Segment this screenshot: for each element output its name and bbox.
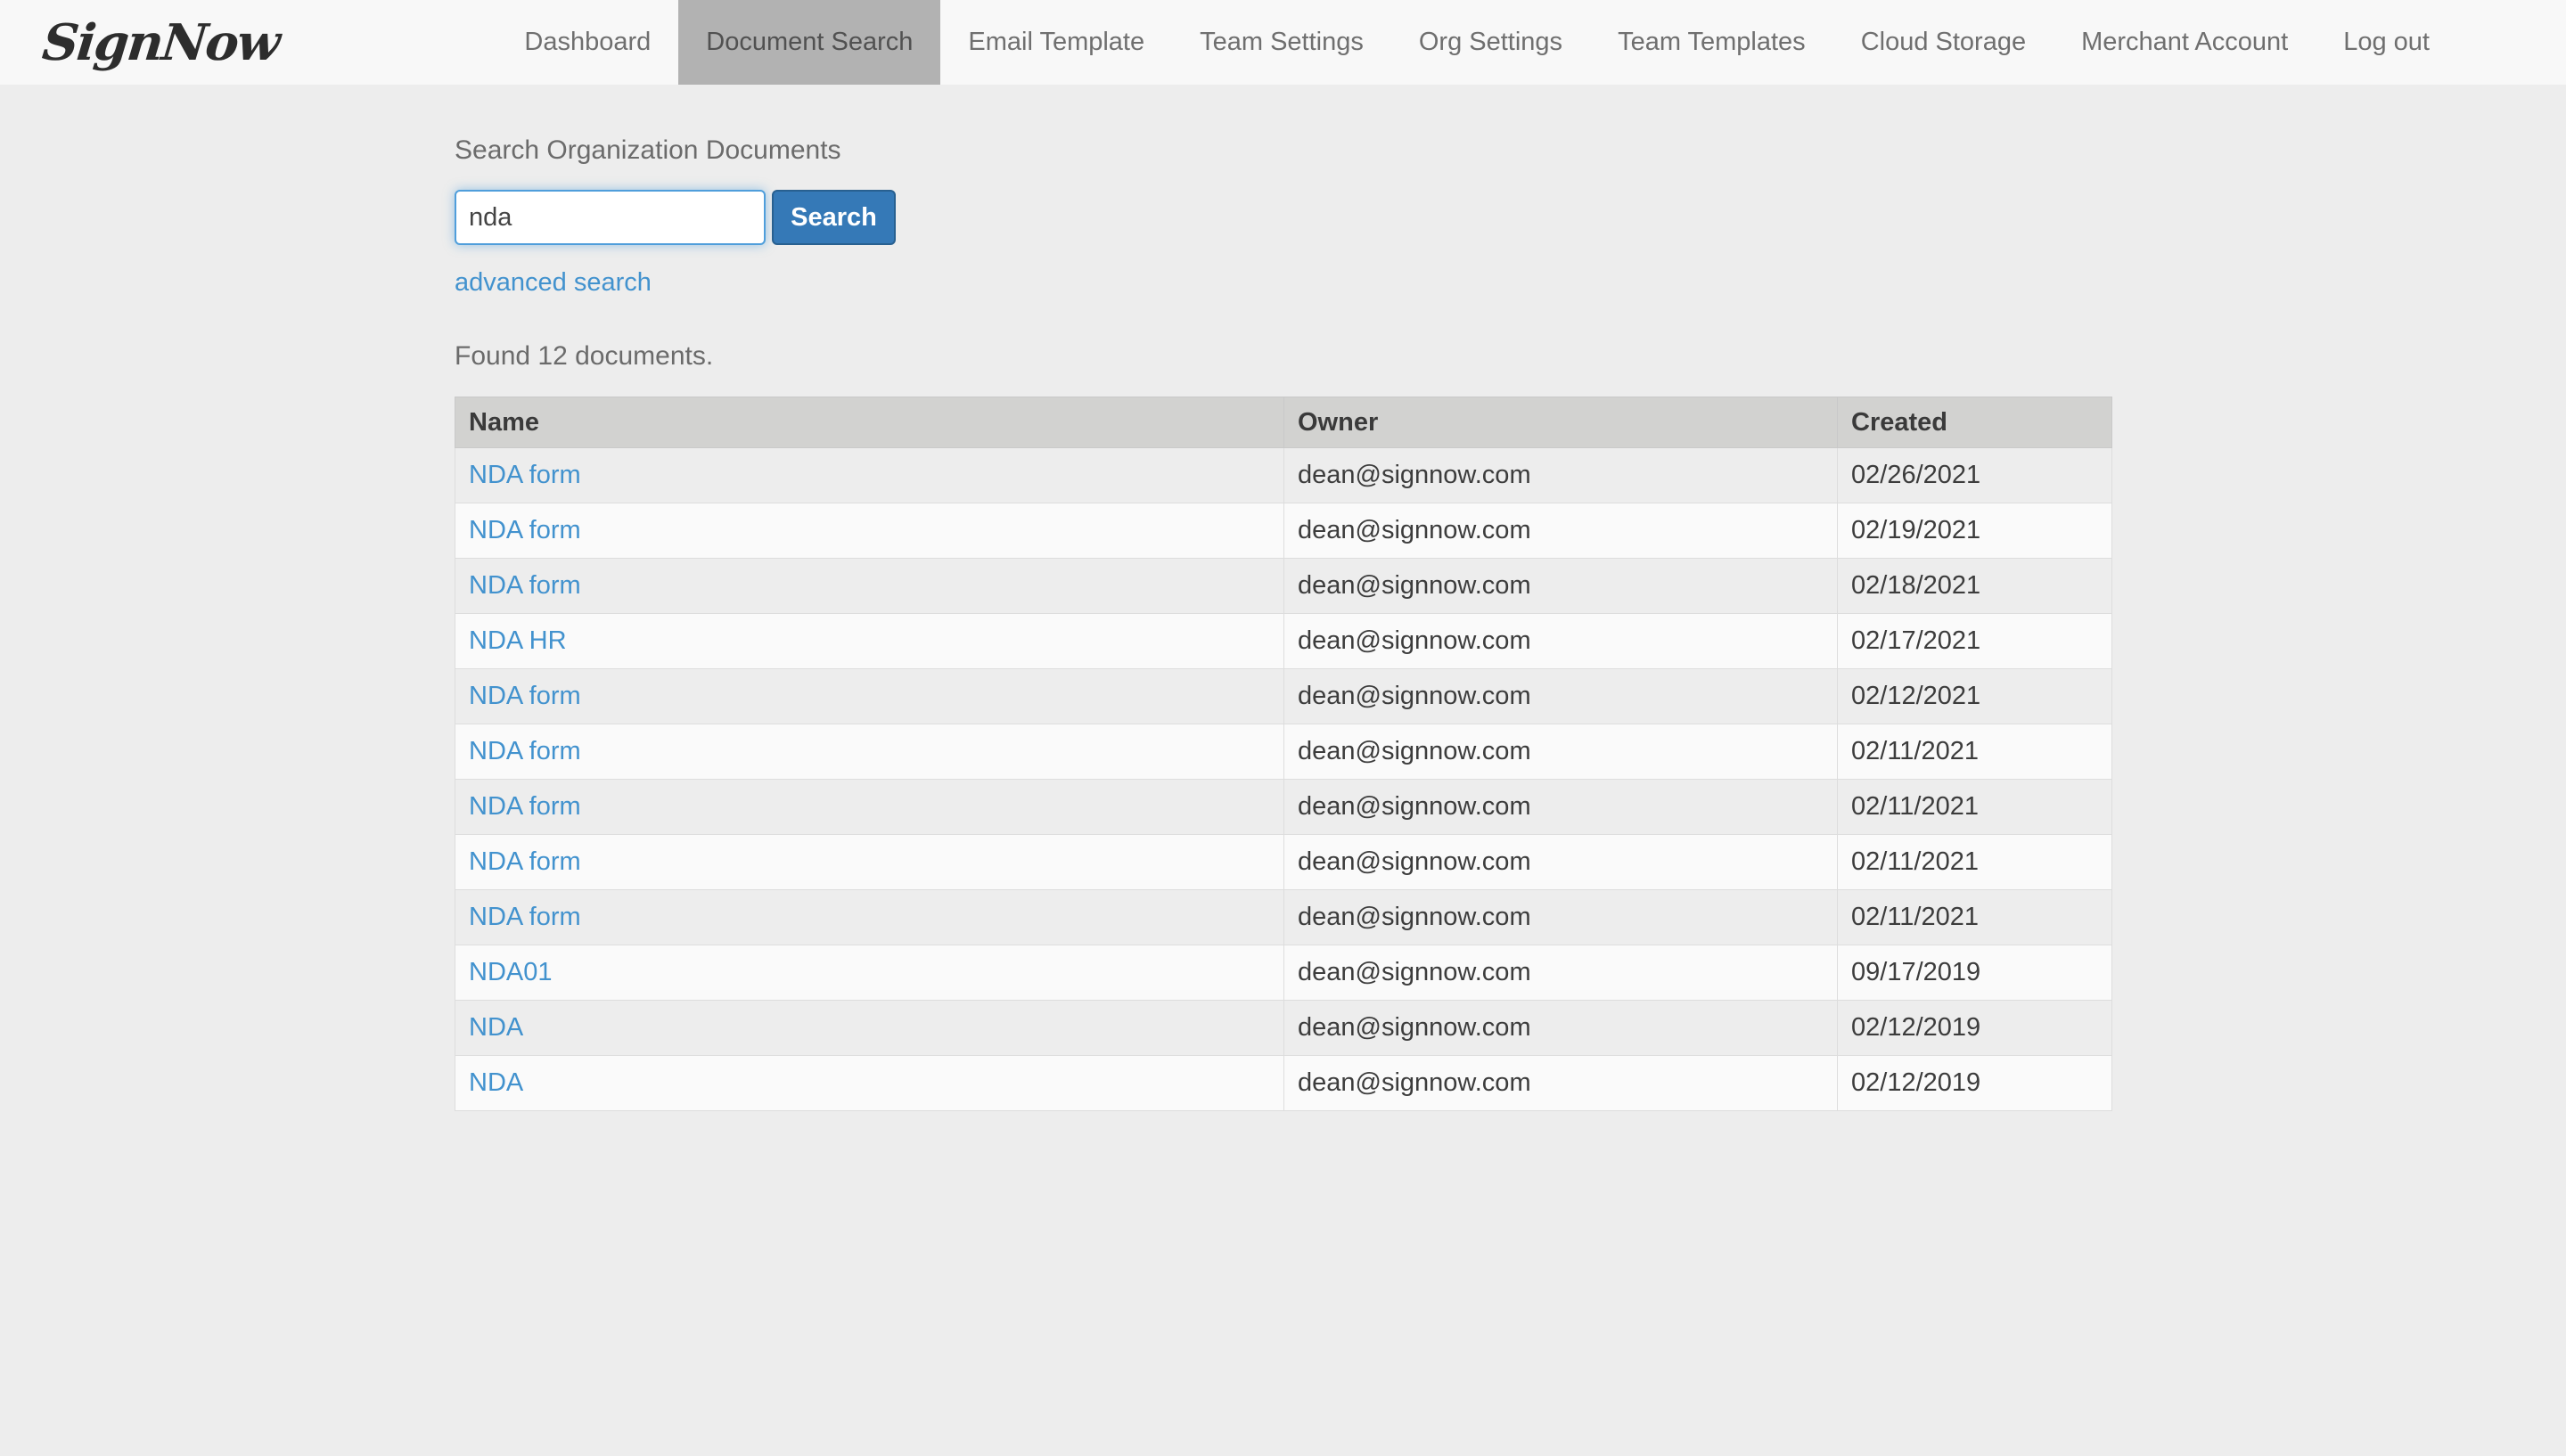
column-header-created: Created	[1837, 397, 2112, 448]
document-link[interactable]: NDA form	[469, 682, 581, 710]
document-link[interactable]: NDA	[469, 1068, 523, 1097]
document-name-cell: NDA01	[455, 945, 1284, 1001]
nav-item[interactable]: Email Template	[940, 0, 1172, 85]
document-owner-cell: dean@signnow.com	[1283, 779, 1838, 835]
document-created-cell: 02/11/2021	[1837, 834, 2112, 890]
document-created-cell: 09/17/2019	[1837, 945, 2112, 1001]
document-name-cell: NDA	[455, 1055, 1284, 1111]
document-link[interactable]: NDA form	[469, 847, 581, 876]
nav-item[interactable]: Merchant Account	[2054, 0, 2316, 85]
document-owner-cell: dean@signnow.com	[1283, 668, 1838, 724]
nav-item-label: Dashboard	[524, 28, 652, 56]
nav-item[interactable]: Dashboard	[496, 0, 678, 85]
documents-table: Name Owner Created NDA form dean@signnow…	[455, 397, 2112, 1111]
document-created-cell: 02/11/2021	[1837, 779, 2112, 835]
nav-item[interactable]: Org Settings	[1391, 0, 1590, 85]
table-row: NDA form dean@signnow.com 02/18/2021	[455, 558, 2112, 614]
column-header-name: Name	[455, 397, 1284, 448]
document-name-cell: NDA form	[455, 668, 1284, 724]
document-name-cell: NDA	[455, 1000, 1284, 1056]
document-created-cell: 02/12/2019	[1837, 1000, 2112, 1056]
document-search-page: Search Organization Documents Search adv…	[0, 85, 2566, 1111]
document-name-cell: NDA form	[455, 889, 1284, 945]
document-name-cell: NDA form	[455, 779, 1284, 835]
table-row: NDA form dean@signnow.com 02/26/2021	[455, 447, 2112, 503]
document-link[interactable]: NDA form	[469, 461, 581, 489]
nav-item-label: Merchant Account	[2081, 28, 2289, 56]
search-row: Search	[455, 190, 2566, 245]
document-owner-cell: dean@signnow.com	[1283, 945, 1838, 1001]
document-created-cell: 02/17/2021	[1837, 613, 2112, 669]
table-row: NDA dean@signnow.com 02/12/2019	[455, 1055, 2112, 1111]
document-name-cell: NDA HR	[455, 613, 1284, 669]
document-created-cell: 02/12/2019	[1837, 1055, 2112, 1111]
nav-item[interactable]: Log out	[2316, 0, 2457, 85]
document-owner-cell: dean@signnow.com	[1283, 503, 1838, 559]
document-owner-cell: dean@signnow.com	[1283, 1055, 1838, 1111]
document-created-cell: 02/11/2021	[1837, 889, 2112, 945]
nav-item-label: Org Settings	[1418, 28, 1563, 56]
nav-item[interactable]: Team Settings	[1172, 0, 1391, 85]
document-link[interactable]: NDA form	[469, 571, 581, 600]
table-row: NDA HR dean@signnow.com 02/17/2021	[455, 613, 2112, 669]
nav-item[interactable]: Cloud Storage	[1833, 0, 2054, 85]
document-owner-cell: dean@signnow.com	[1283, 558, 1838, 614]
document-created-cell: 02/11/2021	[1837, 724, 2112, 780]
document-owner-cell: dean@signnow.com	[1283, 889, 1838, 945]
document-name-cell: NDA form	[455, 724, 1284, 780]
document-owner-cell: dean@signnow.com	[1283, 613, 1838, 669]
document-link[interactable]: NDA	[469, 1013, 523, 1042]
table-row: NDA form dean@signnow.com 02/11/2021	[455, 834, 2112, 890]
table-row: NDA01 dean@signnow.com 09/17/2019	[455, 945, 2112, 1001]
nav-item-label: Team Settings	[1200, 28, 1364, 56]
top-navigation-bar: SignNow Dashboard Document Search Email …	[0, 0, 2566, 85]
document-name-cell: NDA form	[455, 558, 1284, 614]
nav-item-label: Email Template	[968, 28, 1145, 56]
search-button[interactable]: Search	[772, 190, 896, 245]
table-row: NDA form dean@signnow.com 02/12/2021	[455, 668, 2112, 724]
document-owner-cell: dean@signnow.com	[1283, 447, 1838, 503]
document-created-cell: 02/18/2021	[1837, 558, 2112, 614]
document-owner-cell: dean@signnow.com	[1283, 1000, 1838, 1056]
document-link[interactable]: NDA form	[469, 903, 581, 931]
nav-item-label: Team Templates	[1618, 28, 1806, 56]
document-link[interactable]: NDA form	[469, 737, 581, 765]
table-row: NDA form dean@signnow.com 02/11/2021	[455, 889, 2112, 945]
table-row: NDA form dean@signnow.com 02/11/2021	[455, 779, 2112, 835]
nav-item-label: Log out	[2343, 28, 2430, 56]
document-created-cell: 02/26/2021	[1837, 447, 2112, 503]
table-row: NDA dean@signnow.com 02/12/2019	[455, 1000, 2112, 1056]
document-search-input[interactable]	[455, 190, 766, 245]
table-row: NDA form dean@signnow.com 02/11/2021	[455, 724, 2112, 780]
nav-item-label: Document Search	[706, 28, 914, 56]
document-name-cell: NDA form	[455, 503, 1284, 559]
documents-table-body: NDA form dean@signnow.com 02/26/2021 NDA…	[455, 447, 2112, 1111]
document-created-cell: 02/19/2021	[1837, 503, 2112, 559]
column-header-owner: Owner	[1283, 397, 1838, 448]
document-created-cell: 02/12/2021	[1837, 668, 2112, 724]
document-link[interactable]: NDA form	[469, 516, 581, 544]
documents-table-header: Name Owner Created	[455, 397, 2112, 448]
document-owner-cell: dean@signnow.com	[1283, 724, 1838, 780]
advanced-search-link[interactable]: advanced search	[455, 268, 652, 298]
document-name-cell: NDA form	[455, 447, 1284, 503]
document-link[interactable]: NDA01	[469, 958, 553, 986]
main-nav: Dashboard Document Search Email Template…	[496, 0, 2457, 85]
signnow-logo[interactable]: SignNow	[40, 13, 282, 72]
nav-item[interactable]: Team Templates	[1590, 0, 1833, 85]
document-link[interactable]: NDA form	[469, 792, 581, 821]
nav-item-label: Cloud Storage	[1860, 28, 2027, 56]
document-link[interactable]: NDA HR	[469, 626, 567, 655]
table-row: NDA form dean@signnow.com 02/19/2021	[455, 503, 2112, 559]
document-owner-cell: dean@signnow.com	[1283, 834, 1838, 890]
search-section-label: Search Organization Documents	[455, 135, 841, 165]
results-summary-text: Found 12 documents.	[455, 341, 714, 371]
document-name-cell: NDA form	[455, 834, 1284, 890]
nav-item[interactable]: Document Search	[678, 0, 941, 85]
